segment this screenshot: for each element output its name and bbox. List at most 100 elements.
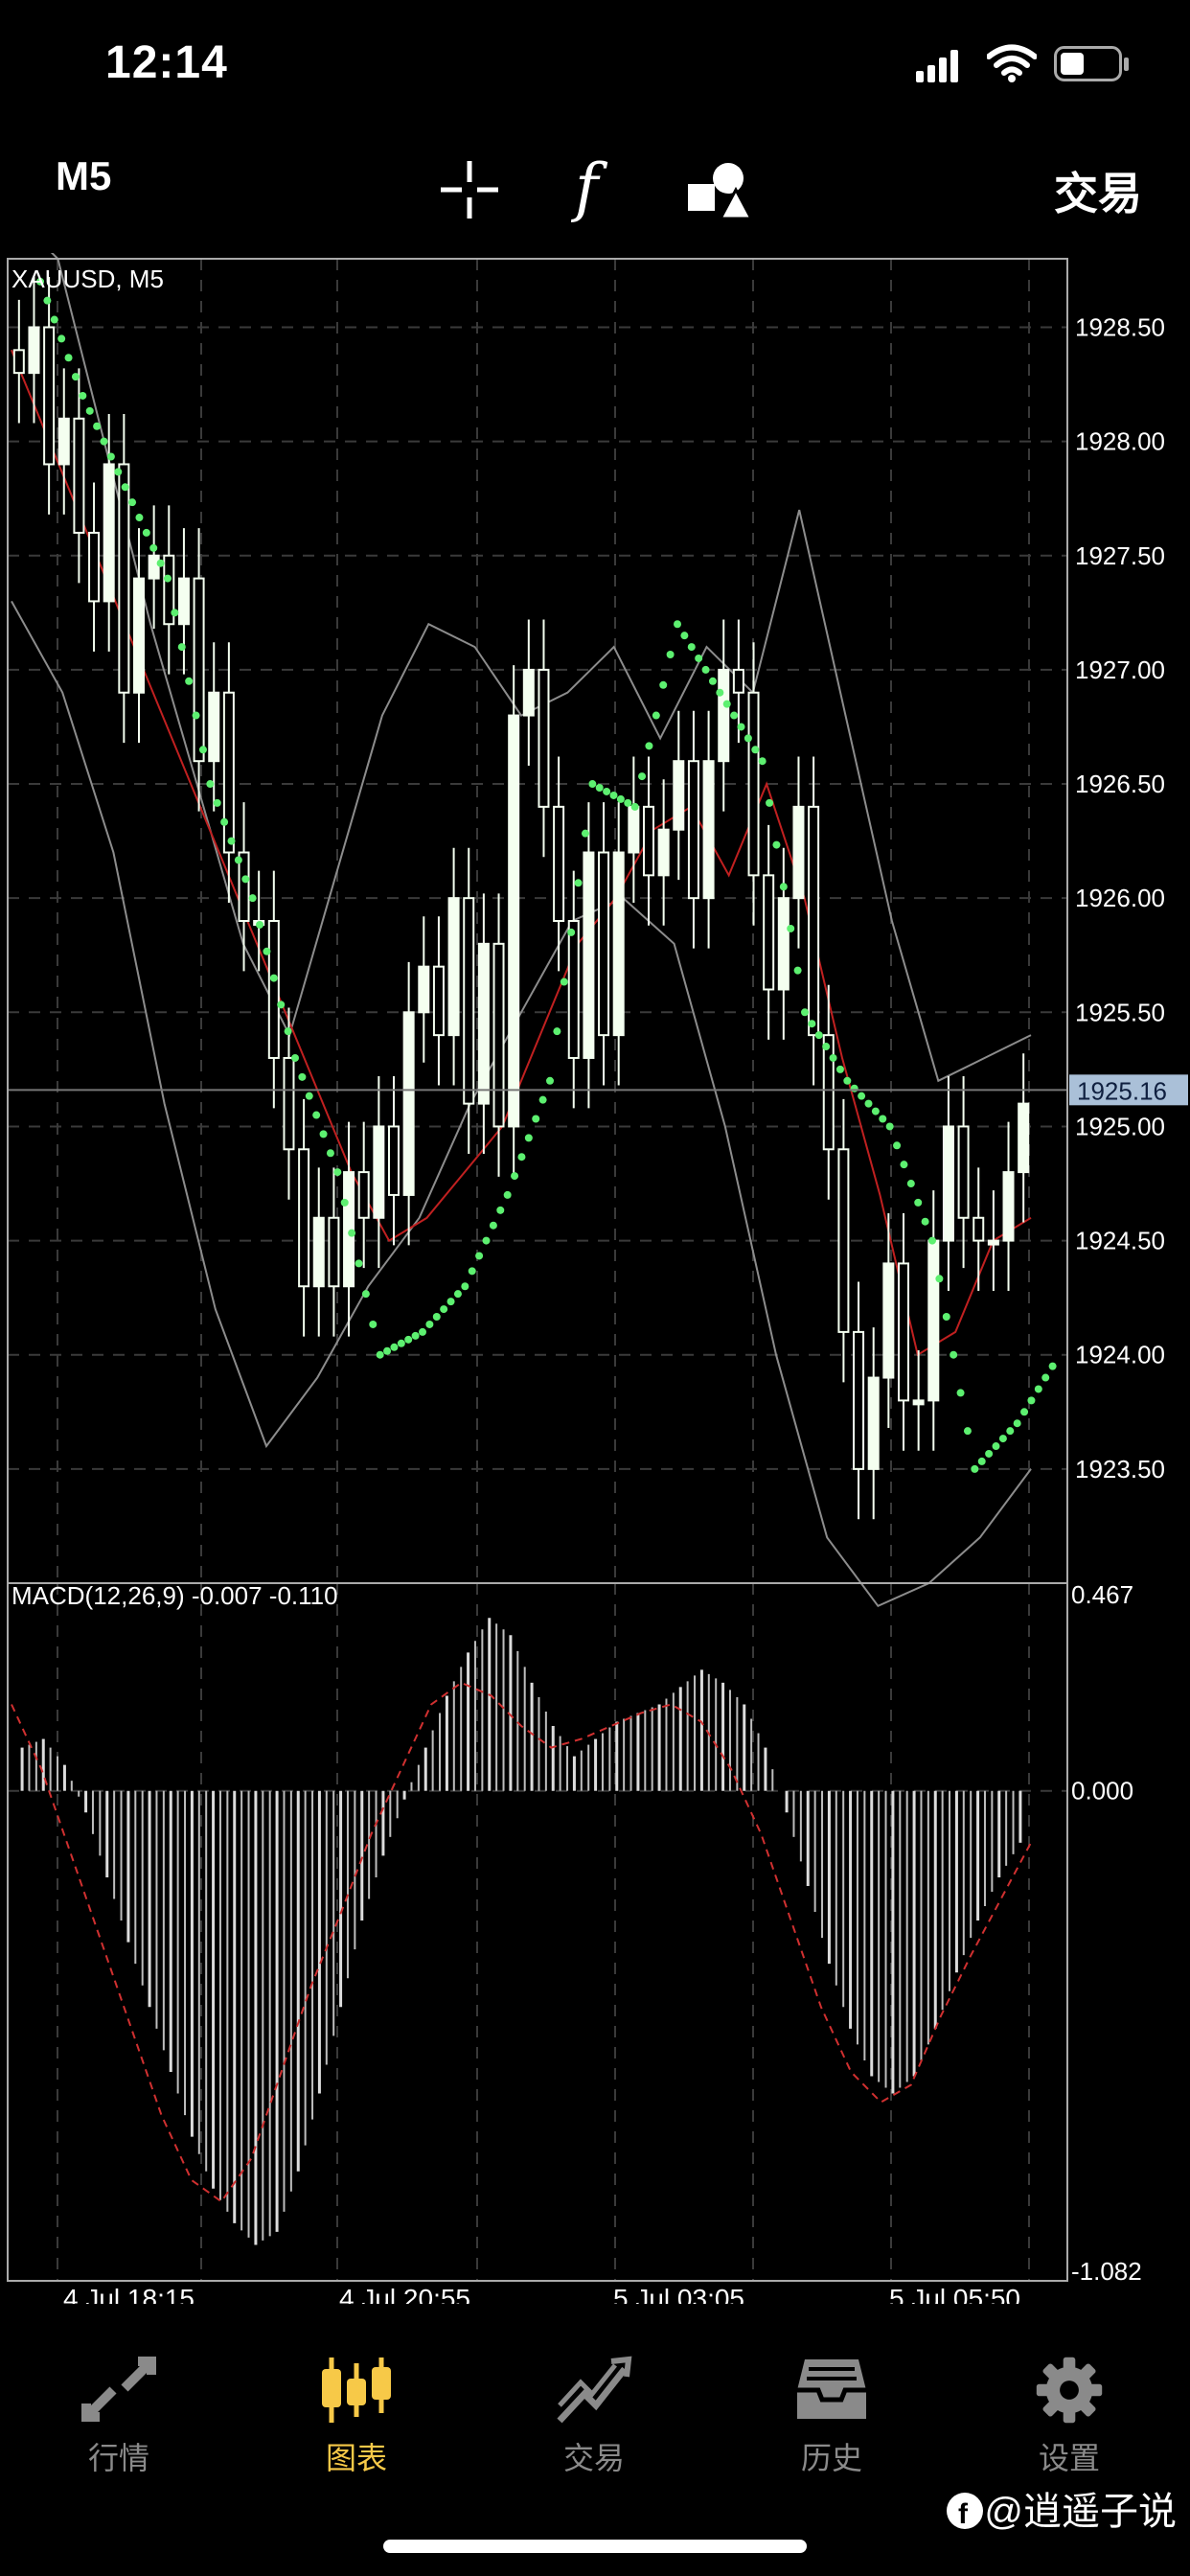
sar-dot [956,1389,965,1397]
tab-trade[interactable]: 交易 [508,2310,680,2501]
sar-dot [864,1099,873,1108]
candle-body [402,1011,415,1196]
candle-body [583,851,595,1059]
candle-body [88,531,101,603]
candle-body [853,1330,865,1470]
sar-dot [595,784,604,793]
watermark-text: @逍遥子说 [984,2491,1177,2533]
candle-body [808,805,820,1037]
wifi-icon [987,44,1037,82]
sar-dot [319,1130,328,1138]
sar-dot [701,665,710,674]
tab-history[interactable]: 历史 [745,2310,918,2501]
sar-dot [361,1290,370,1299]
sar-dot [722,700,731,708]
candle-body [957,1125,970,1219]
home-indicator[interactable] [383,2540,807,2553]
sar-dot [369,1320,378,1328]
status-time: 12:14 [105,37,228,88]
signal-icon [916,50,958,82]
sar-dot [779,883,788,891]
sar-dot [666,651,675,659]
sar-dot [998,1435,1007,1443]
sar-dot [411,1331,420,1340]
sar-dot [638,772,647,781]
sar-dot [616,794,625,803]
y-axis-tick-label: 1926.00 [1075,884,1165,912]
sar-dot [489,1221,497,1230]
sar-dot [581,829,589,838]
sar-dot [156,559,165,567]
candle-body [598,851,610,1037]
sar-dot [858,1092,866,1100]
shapes-icon[interactable] [686,159,751,220]
sar-dot [730,711,739,720]
sar-dot [397,1339,405,1347]
candle-body [553,805,565,922]
sar-dot [475,1252,484,1260]
candle-body [912,1399,925,1406]
svg-text:f: f [570,153,608,224]
sar-dot [269,974,278,982]
sar-dot [142,528,150,537]
y-axis-tick-label: 1924.50 [1075,1227,1165,1255]
sar-dot [298,1072,307,1081]
candle-body [328,1216,340,1288]
quotes-arrows-icon [81,2357,156,2422]
sar-dot [914,1198,923,1207]
tab-quotes[interactable]: 行情 [33,2310,205,2501]
tab-label: 图表 [325,2441,387,2475]
macd-tick-label: -1.082 [1071,2257,1142,2286]
x-axis-tick-label: 4 Jul 18:15 [63,2284,195,2304]
sar-dot [546,1076,554,1085]
candle-body [927,1239,940,1402]
sar-dot [560,978,568,986]
sar-dot [843,1076,852,1085]
current-price-label: 1925.16 [1077,1076,1167,1105]
function-icon[interactable]: f [567,153,615,226]
sar-dot [532,1115,540,1123]
sar-dot [992,1442,1000,1451]
sar-dot [425,1320,434,1328]
candle-body [942,1125,954,1242]
sar-dot [850,1084,858,1092]
sar-dot [744,734,752,743]
watermark: f @逍遥子说 [946,2480,1177,2536]
sar-dot [227,837,236,845]
sar-dot [574,879,583,887]
status-bar: 12:14 [0,0,1190,134]
sar-dot [603,787,611,795]
sar-dot [185,677,194,685]
sar-dot [935,1275,944,1283]
candle-body [747,691,760,877]
candle-body [567,920,580,1059]
tab-chart[interactable]: 图表 [270,2310,443,2501]
sar-dot [687,643,696,652]
sar-dot [106,452,115,461]
candle-body [492,942,505,1128]
sar-dot [390,1343,399,1351]
chart-area[interactable]: 1925.16 XAUUSD, M5 MACD(12,26,9) -0.007 … [0,253,1190,2304]
timeframe-button[interactable]: M5 [56,153,111,199]
sar-dot [630,802,639,811]
sar-dot [192,711,200,720]
candle-body [298,1148,310,1288]
sar-dot [906,1180,915,1188]
candle-body [193,577,205,763]
candle-body [267,920,280,1059]
sar-dot [461,1282,469,1291]
candle-body [357,1171,370,1219]
candle-body [222,691,235,854]
tab-label: 历史 [800,2441,862,2475]
sar-dot [645,742,653,750]
sar-dot [312,1111,321,1119]
sar-dot [305,1092,313,1100]
sar-dot [553,1027,561,1036]
sar-dot [171,609,179,617]
history-inbox-icon [797,2359,866,2419]
candle-body [612,851,625,1037]
tab-settings[interactable]: 设置 [983,2310,1156,2501]
crosshair-icon[interactable] [439,159,500,220]
y-axis-tick-label: 1923.50 [1075,1455,1165,1484]
trade-button[interactable]: 交易 [1054,159,1142,222]
